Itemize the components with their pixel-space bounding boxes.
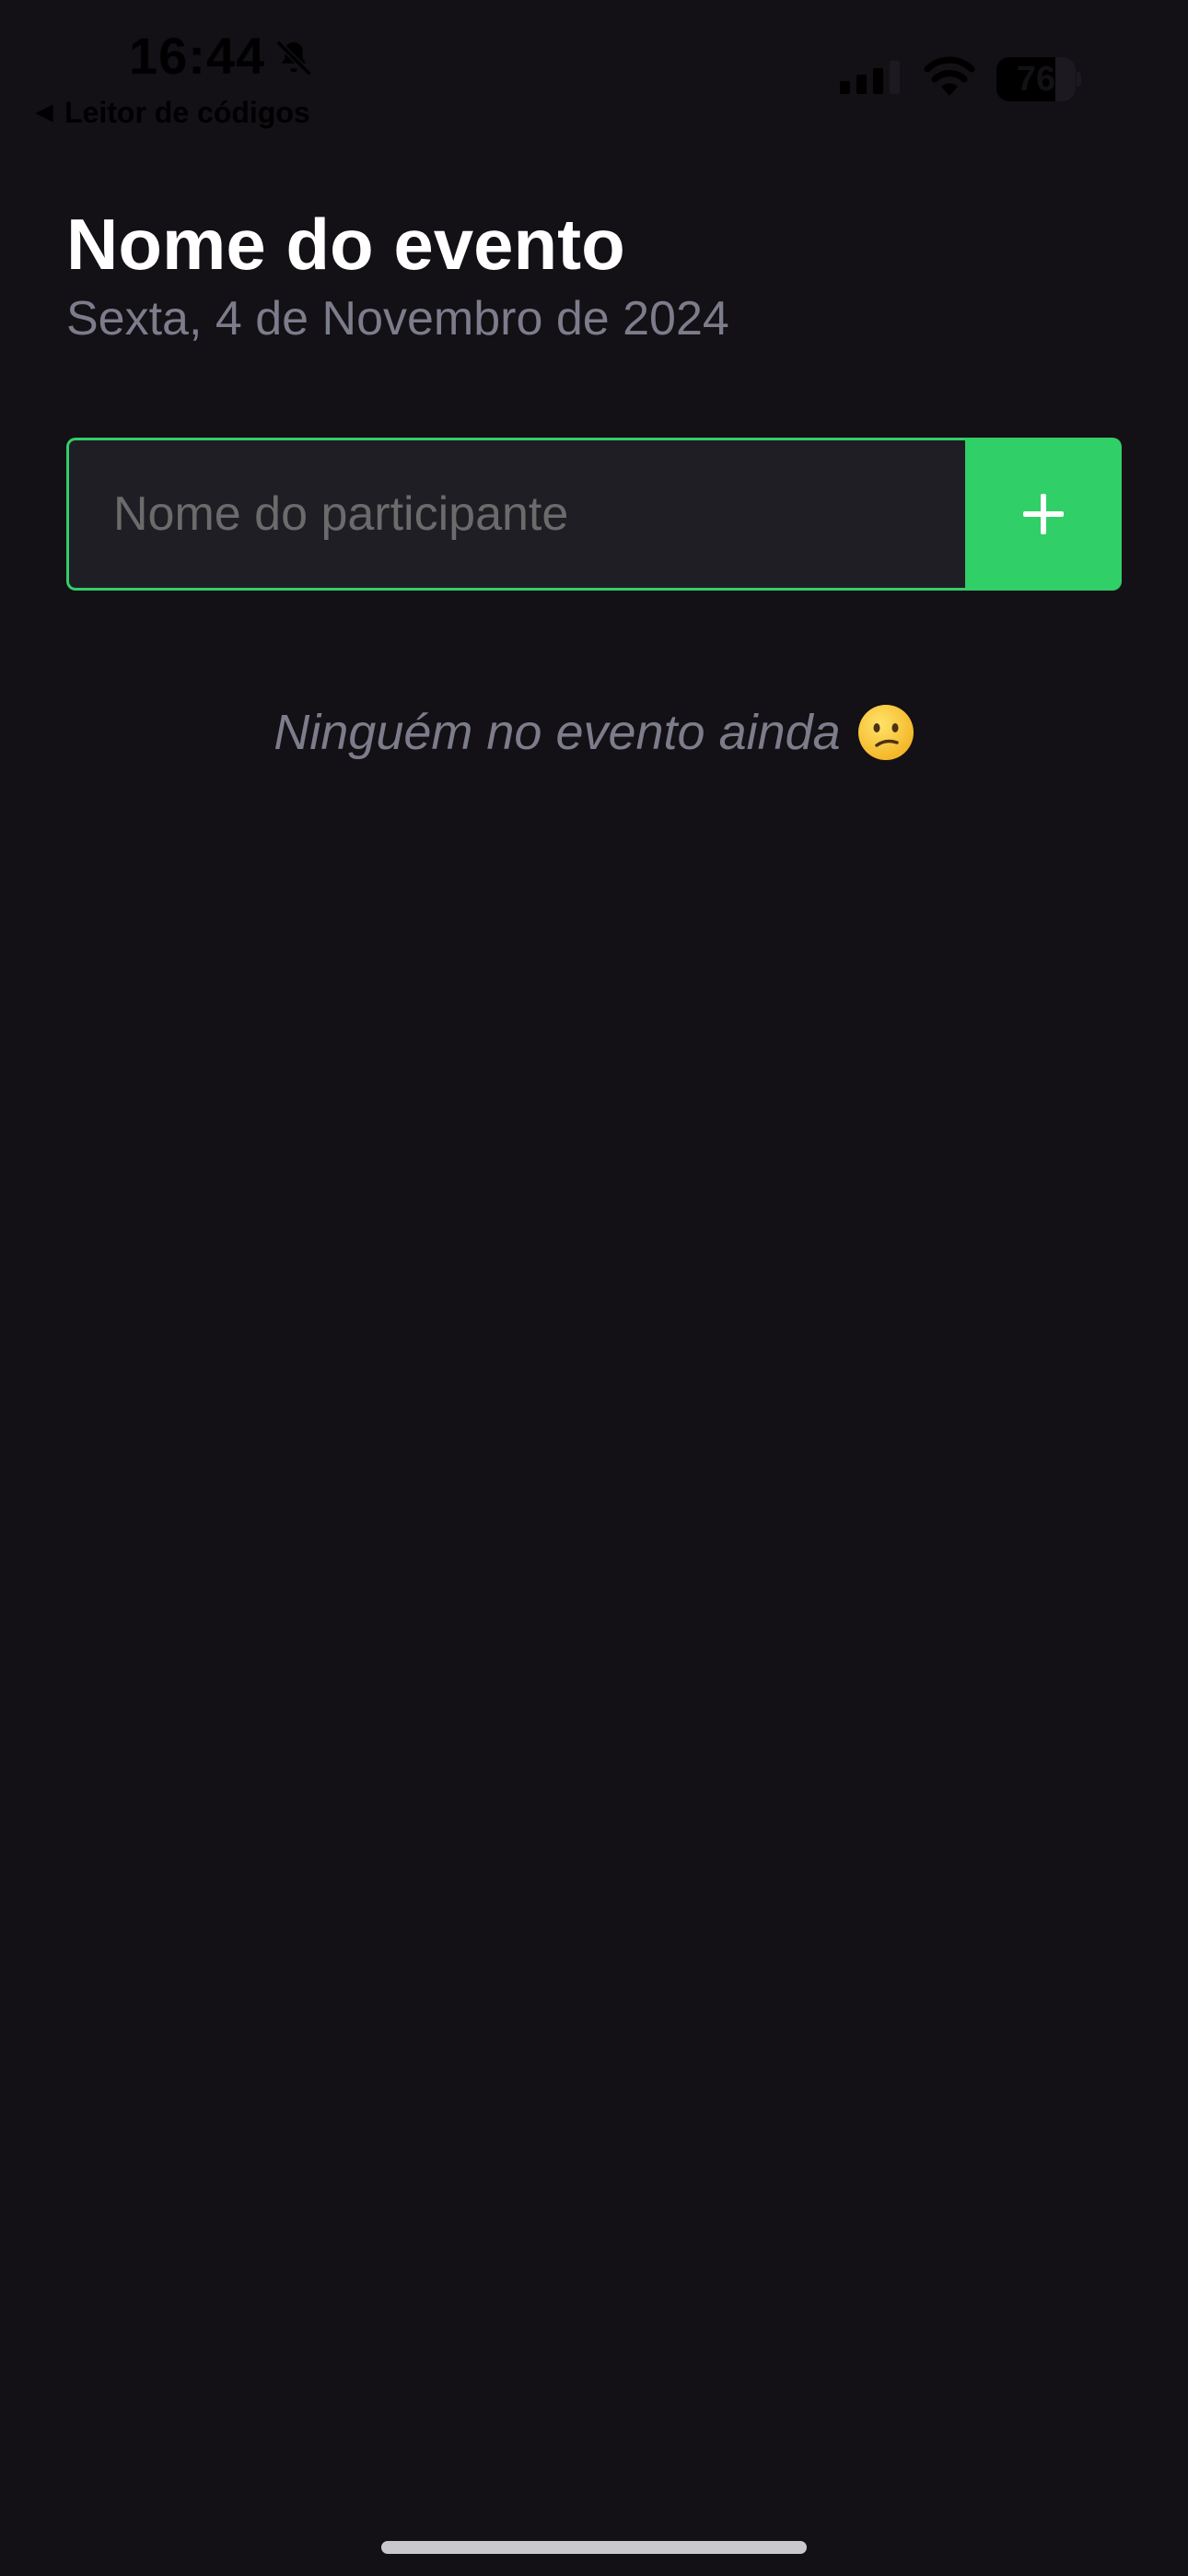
home-indicator[interactable] — [381, 2541, 807, 2554]
status-time: 16:44 — [129, 27, 266, 85]
empty-state-message: Ninguém no evento ainda — [274, 705, 841, 760]
add-participant-form — [66, 438, 1122, 591]
event-title: Nome do evento — [66, 204, 625, 285]
back-arrow-icon — [35, 103, 53, 123]
back-to-app-link[interactable]: Leitor de códigos — [33, 96, 310, 130]
add-participant-button[interactable] — [965, 438, 1122, 591]
status-bar: 16:44 Leitor de códigos 76 — [0, 0, 1188, 138]
bell-slash-icon — [275, 40, 312, 76]
back-link-label: Leitor de códigos — [64, 96, 310, 129]
battery-level: 76 — [1016, 60, 1056, 99]
wifi-icon — [924, 56, 975, 96]
participant-name-input[interactable] — [66, 438, 965, 591]
empty-participants-state: Ninguém no evento ainda — [0, 704, 1188, 761]
battery-indicator: 76 — [996, 57, 1081, 101]
cellular-signal-icon — [840, 61, 900, 94]
confused-face-icon — [857, 705, 914, 760]
plus-icon — [1023, 494, 1064, 534]
event-date: Sexta, 4 de Novembro de 2024 — [66, 292, 729, 345]
